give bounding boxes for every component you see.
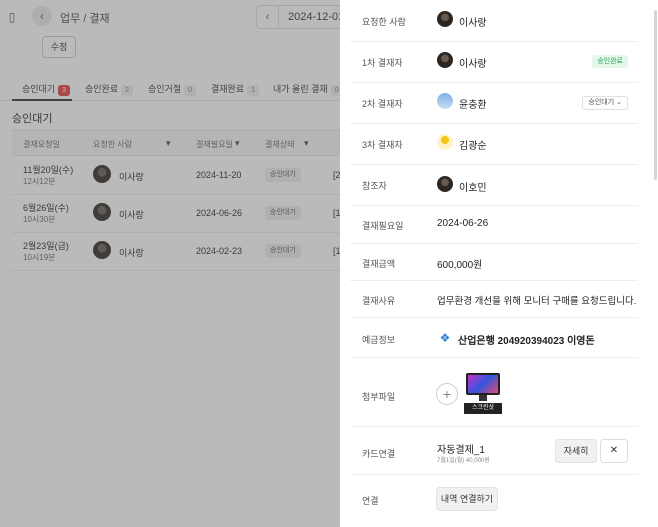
attachment-thumbnail[interactable]: 스크린샷	[464, 371, 502, 415]
bank-value: 산업은행 204920394023 이영돈	[458, 336, 595, 347]
field-label: 결재금액	[362, 259, 396, 269]
card-row: 카드연결 자동결제_1 7월1일(월) 40,000원 자세히 ✕	[350, 427, 638, 475]
field-label: 결재사유	[362, 296, 396, 306]
link-history-button[interactable]: 내역 연결하기	[436, 487, 498, 511]
approver1-row: 1차 결재자 이사랑 승인완료	[350, 42, 638, 83]
scrollbar[interactable]	[654, 10, 657, 180]
modal-backdrop[interactable]	[0, 0, 340, 527]
due-row: 결재필요일 2024-06-26	[350, 206, 638, 244]
status-badge: 승인완료	[592, 55, 628, 68]
approver2-row: 2차 결재자 윤충환 승인대기 ⌄	[350, 83, 638, 124]
card-subtitle: 7월1일(월) 40,000원	[437, 458, 490, 464]
avatar	[437, 52, 453, 68]
field-label: 1차 결재자	[362, 58, 403, 68]
status-dropdown-label: 승인대기	[588, 99, 615, 106]
chevron-down-icon: ⌄	[616, 99, 622, 106]
card-title: 자동결제_1	[437, 445, 485, 456]
field-label: 카드연결	[362, 449, 396, 459]
approval-detail-panel: 요청한 사람 이사랑 1차 결재자 이사랑 승인완료 2차 결재자 윤충환 승인…	[340, 0, 658, 527]
monitor-stand	[479, 395, 487, 401]
background-page: ▯ ‹ 업무 / 결재 ‹ 2024-12-01 수정 승인대기 3 승인완료 2 …	[0, 0, 340, 527]
field-label: 2차 결재자	[362, 99, 403, 109]
avatar	[437, 93, 453, 109]
field-label: 첨부파일	[362, 392, 396, 402]
field-label: 참조자	[362, 181, 387, 191]
avatar	[437, 134, 453, 150]
reason-row: 결재사유 업무환경 개선을 위해 모니터 구매를 요청드립니다.	[350, 281, 638, 318]
avatar	[437, 11, 453, 27]
person-name: 김광순	[459, 141, 487, 152]
amount-value: 600,000원	[437, 260, 483, 271]
person-name: 이호민	[459, 183, 487, 194]
bank-row: 예금정보 ❖ 산업은행 204920394023 이영돈	[350, 318, 638, 358]
field-label: 예금정보	[362, 335, 396, 345]
field-label: 연결	[362, 496, 379, 506]
monitor-image	[466, 373, 500, 395]
reason-value: 업무환경 개선을 위해 모니터 구매를 요청드립니다.	[437, 296, 637, 307]
link-row: 연결 내역 연결하기	[350, 475, 638, 527]
due-value: 2024-06-26	[437, 218, 489, 229]
field-label: 3차 결재자	[362, 140, 403, 150]
avatar	[437, 176, 453, 192]
reference-row: 참조자 이호민	[350, 165, 638, 206]
person-name: 이사랑	[459, 59, 487, 70]
field-label: 요청한 사람	[362, 17, 406, 27]
field-label: 결재필요일	[362, 221, 404, 231]
person-name: 이사랑	[459, 18, 487, 29]
close-icon[interactable]: ✕	[600, 439, 628, 463]
person-name: 윤충환	[459, 100, 487, 111]
status-dropdown[interactable]: 승인대기 ⌄	[582, 96, 628, 110]
attachment-row: 첨부파일 + 스크린샷	[350, 358, 638, 427]
bank-logo-icon: ❖	[439, 331, 451, 345]
amount-row: 결재금액 600,000원	[350, 244, 638, 281]
add-attachment-button[interactable]: +	[436, 383, 458, 405]
card-detail-button[interactable]: 자세히	[555, 439, 597, 463]
thumbnail-caption: 스크린샷	[464, 403, 502, 414]
approver3-row: 3차 결재자 김광순	[350, 124, 638, 165]
requester-row: 요청한 사람 이사랑	[350, 0, 638, 42]
